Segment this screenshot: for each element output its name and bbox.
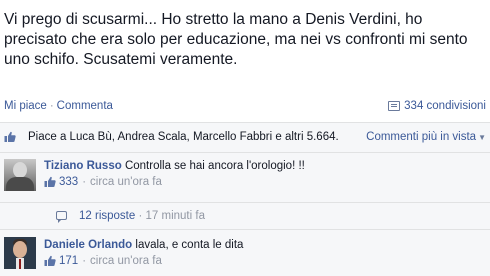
thumbs-up-icon: [4, 131, 16, 143]
replies-timestamp: 17 minuti fa: [145, 210, 205, 222]
separator: ·: [82, 255, 87, 267]
comment-author[interactable]: Tiziano Russo: [44, 160, 122, 172]
reply-icon: [56, 211, 67, 223]
shares-link[interactable]: 334 condivisioni: [388, 100, 486, 112]
comment-timestamp[interactable]: circa un'ora fa: [90, 255, 162, 267]
chevron-down-icon: ▼: [478, 133, 486, 142]
separator: ·: [138, 210, 143, 222]
comment: Daniele Orlando lavala, e conta le dita …: [0, 236, 490, 276]
comment-text: lavala, e conta le dita: [135, 239, 244, 251]
comment-like-count[interactable]: 171: [59, 255, 78, 267]
replies-count[interactable]: 12 risposte: [79, 210, 135, 222]
thumbs-up-icon: [44, 176, 56, 188]
comment-meta: 171 · circa un'ora fa: [44, 255, 243, 267]
shares-count[interactable]: 334 condivisioni: [404, 100, 486, 112]
post-text: Vi prego di scusarmi... Ho stretto la ma…: [4, 11, 472, 68]
likes-summary[interactable]: Piace a Luca Bù, Andrea Scala, Marcello …: [28, 131, 339, 143]
replies-row[interactable]: 12 risposte · 17 minuti fa: [0, 202, 490, 230]
thumbs-up-icon: [44, 255, 56, 267]
comment-like-count[interactable]: 333: [59, 176, 78, 188]
post-actions: Mi piace · Commenta: [4, 100, 113, 112]
comment-button[interactable]: Commenta: [57, 100, 113, 112]
share-icon: [388, 101, 401, 111]
separator: ·: [49, 100, 54, 112]
feedback-section: Piace a Luca Bù, Andrea Scala, Marcello …: [0, 122, 490, 276]
comments-sort-dropdown[interactable]: Commenti più in vista ▼: [366, 131, 486, 143]
comment: Tiziano Russo Controlla se hai ancora l'…: [0, 157, 490, 201]
avatar[interactable]: [4, 237, 36, 269]
like-button[interactable]: Mi piace: [4, 100, 47, 112]
comments-sort-label: Commenti più in vista: [366, 131, 477, 143]
separator: ·: [82, 176, 87, 188]
likes-row: Piace a Luca Bù, Andrea Scala, Marcello …: [0, 123, 490, 153]
comment-meta: 333 · circa un'ora fa: [44, 176, 305, 188]
comment-text: Controlla se hai ancora l'orologio! !!: [124, 160, 305, 172]
comment-author[interactable]: Daniele Orlando: [44, 239, 132, 251]
post-actions-bar: Mi piace · Commenta 334 condivisioni: [0, 94, 490, 120]
avatar[interactable]: [4, 159, 36, 191]
comment-timestamp[interactable]: circa un'ora fa: [90, 176, 162, 188]
